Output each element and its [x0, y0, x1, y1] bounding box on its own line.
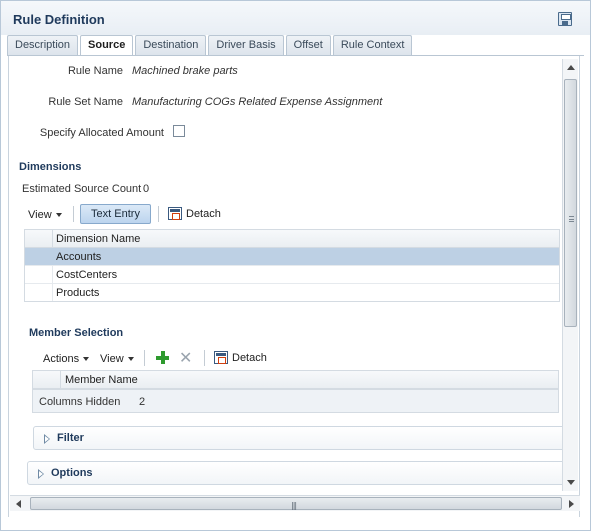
- vertical-scrollbar[interactable]: [562, 59, 578, 491]
- estimated-source-count-value: 0: [143, 183, 150, 195]
- dimensions-grid: Dimension Name Accounts CostCenters Prod…: [24, 229, 560, 302]
- tab-description[interactable]: Description: [7, 35, 79, 55]
- scroll-thumb[interactable]: |||: [30, 497, 562, 510]
- row-header: [25, 248, 53, 265]
- filter-section[interactable]: Filter: [33, 426, 576, 450]
- member-grid-header-wrap: Member Name: [33, 371, 558, 390]
- actions-menu[interactable]: Actions: [43, 353, 90, 365]
- detach-icon[interactable]: [168, 207, 182, 220]
- member-selection-section-title: Member Selection: [29, 327, 124, 339]
- view-menu-label: View: [28, 209, 52, 221]
- delete-icon[interactable]: ✕: [179, 350, 192, 366]
- horizontal-scrollbar[interactable]: |||: [10, 495, 580, 511]
- text-entry-button[interactable]: Text Entry: [80, 204, 151, 224]
- chevron-down-icon: [83, 357, 90, 362]
- table-row[interactable]: Products: [25, 284, 559, 302]
- tab-offset[interactable]: Offset: [285, 35, 331, 55]
- row-header-corner: [25, 230, 53, 247]
- scroll-right-icon[interactable]: [569, 500, 574, 508]
- add-icon[interactable]: [156, 351, 169, 364]
- member-grid-header: Member Name: [33, 371, 558, 389]
- chevron-down-icon: [55, 213, 62, 218]
- rule-name-value: Machined brake parts: [132, 65, 238, 77]
- member-detach-button[interactable]: Detach: [232, 352, 267, 364]
- save-icon[interactable]: [558, 12, 572, 26]
- tab-driver-basis[interactable]: Driver Basis: [208, 35, 284, 55]
- dimension-name-cell: Products: [56, 287, 100, 299]
- dimensions-grid-header: Dimension Name: [25, 230, 559, 248]
- scroll-left-icon[interactable]: [16, 500, 21, 508]
- view-menu-label: View: [100, 353, 124, 365]
- specify-allocated-checkbox[interactable]: [173, 125, 185, 137]
- detach-icon[interactable]: [214, 351, 228, 364]
- rule-name-label: Rule Name: [67, 65, 123, 77]
- tab-bar: Description Source Destination Driver Ba…: [7, 35, 414, 56]
- chevron-down-icon: [127, 357, 134, 362]
- scroll-up-icon[interactable]: [567, 65, 575, 70]
- rule-set-name-label: Rule Set Name: [48, 96, 123, 108]
- tab-source[interactable]: Source: [80, 35, 134, 56]
- toolbar-separator: [204, 350, 205, 366]
- row-header: [25, 284, 53, 301]
- toolbar-separator: [144, 350, 145, 366]
- panel-header: Rule Definition: [1, 1, 590, 35]
- toolbar-separator: [73, 206, 74, 222]
- columns-hidden-count: 2: [139, 396, 146, 408]
- filter-title: Filter: [57, 432, 84, 444]
- specify-allocated-label: Specify Allocated Amount: [39, 127, 164, 139]
- disclosure-triangle-icon: [44, 434, 50, 444]
- tab-destination[interactable]: Destination: [135, 35, 207, 55]
- row-header-corner: [33, 371, 61, 388]
- table-row[interactable]: Accounts: [25, 248, 559, 266]
- dimension-name-cell: Accounts: [56, 251, 102, 263]
- options-section[interactable]: Options: [27, 461, 577, 485]
- dimensions-section-title: Dimensions: [19, 161, 82, 173]
- column-header-dimension-name[interactable]: Dimension Name: [56, 233, 140, 245]
- disclosure-triangle-icon: [38, 469, 44, 479]
- row-header: [25, 266, 53, 283]
- estimated-source-count-label: Estimated Source Count: [22, 183, 142, 195]
- table-row[interactable]: CostCenters: [25, 266, 559, 284]
- panel-title: Rule Definition: [13, 12, 105, 27]
- scroll-thumb[interactable]: [564, 79, 577, 327]
- rule-definition-panel: Rule Definition Description Source Desti…: [0, 0, 591, 531]
- scroll-down-icon[interactable]: [567, 480, 575, 485]
- columns-hidden-label: Columns Hidden: [39, 396, 121, 408]
- dimension-name-cell: CostCenters: [56, 269, 118, 281]
- dimensions-detach-button[interactable]: Detach: [186, 208, 221, 220]
- grip-icon: |||: [291, 501, 297, 510]
- options-title: Options: [51, 467, 93, 479]
- rule-set-name-value: Manufacturing COGs Related Expense Assig…: [132, 96, 383, 108]
- dimensions-view-menu[interactable]: View: [28, 209, 62, 221]
- toolbar-separator: [158, 206, 159, 222]
- actions-menu-label: Actions: [43, 353, 80, 365]
- grip-icon: [569, 216, 574, 222]
- column-header-member-name[interactable]: Member Name: [65, 374, 138, 386]
- tab-rule-context[interactable]: Rule Context: [332, 35, 413, 55]
- member-view-menu[interactable]: View: [100, 353, 134, 365]
